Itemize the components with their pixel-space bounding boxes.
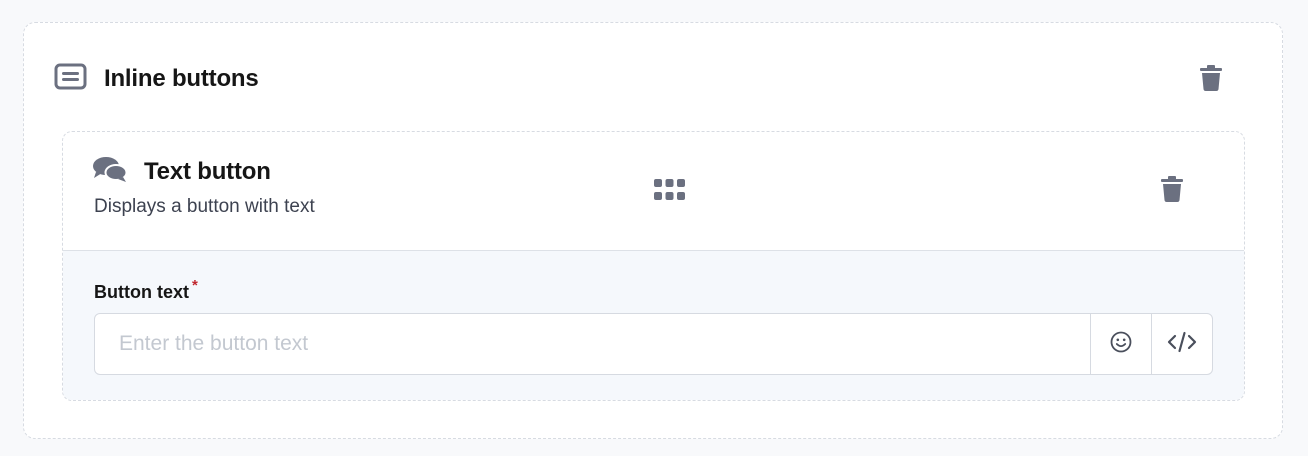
list-box-icon <box>54 63 87 95</box>
button-text-input-group <box>94 313 1213 375</box>
chat-bubbles-icon <box>93 156 128 187</box>
button-text-label: Button text * <box>94 277 198 303</box>
delete-button-item[interactable] <box>1159 175 1185 207</box>
grid-dots-icon <box>653 178 685 206</box>
text-button-card: Text button Displays a button with text <box>62 131 1245 401</box>
drag-handle[interactable] <box>653 178 685 206</box>
trash-icon <box>1200 64 1222 96</box>
emoji-icon <box>1110 331 1132 358</box>
block-header: Inline buttons <box>54 63 259 95</box>
emoji-picker-button[interactable] <box>1090 314 1151 374</box>
button-text-label-text: Button text <box>94 282 189 302</box>
text-button-subtitle: Displays a button with text <box>94 196 315 217</box>
inline-buttons-block: Inline buttons Text button Displays a bu… <box>23 22 1283 439</box>
text-button-title: Text button <box>144 157 271 185</box>
trash-icon <box>1161 175 1183 207</box>
variable-insert-button[interactable] <box>1151 314 1212 374</box>
code-icon <box>1167 331 1197 358</box>
text-button-header: Text button Displays a button with text <box>63 132 1244 251</box>
button-text-input[interactable] <box>95 314 1090 374</box>
required-marker: * <box>191 277 198 294</box>
text-button-title-row: Text button <box>93 156 271 187</box>
delete-block-button[interactable] <box>1196 63 1226 97</box>
text-button-settings: Button text * <box>63 251 1244 400</box>
block-title: Inline buttons <box>104 65 259 92</box>
